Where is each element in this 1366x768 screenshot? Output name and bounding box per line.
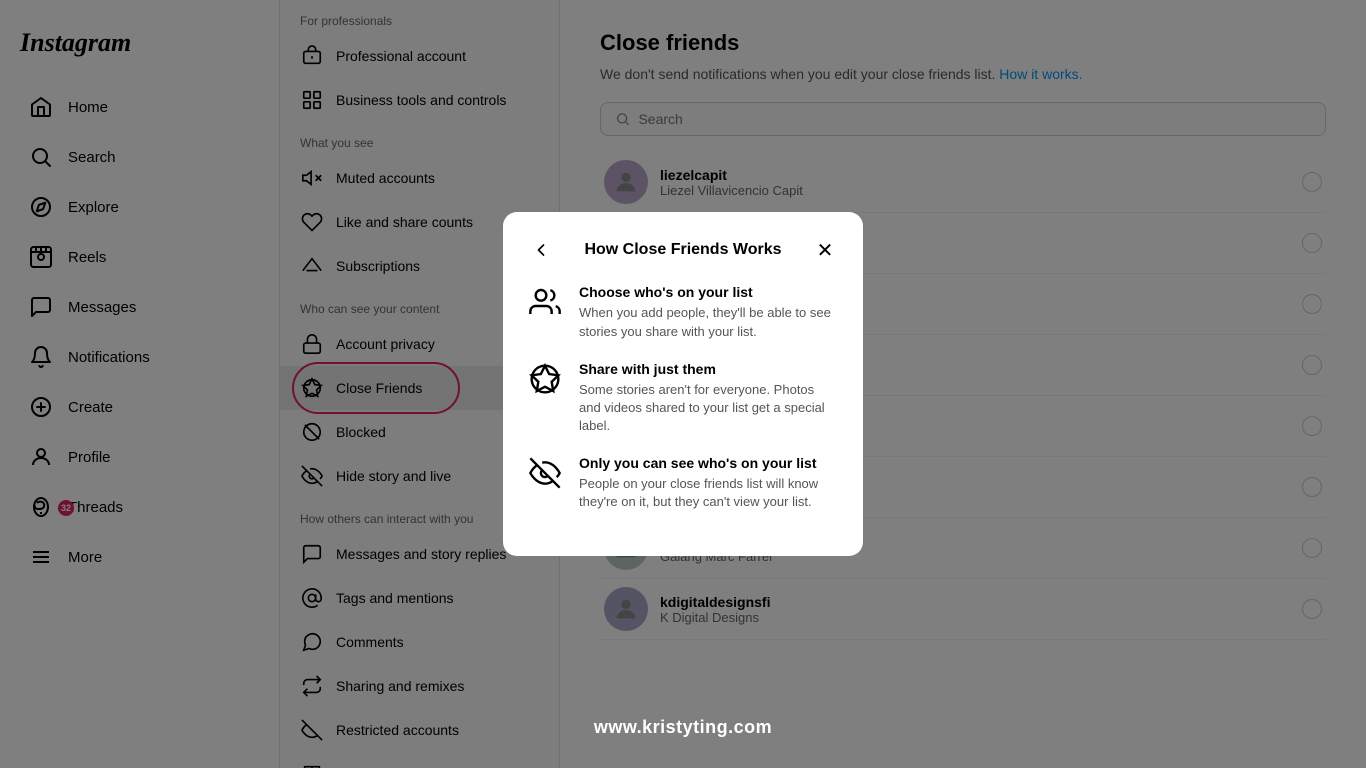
modal-item-choose-desc: When you add people, they'll be able to … <box>579 304 839 340</box>
how-close-friends-modal: How Close Friends Works ✕ Choose who's o… <box>503 212 863 555</box>
modal-item-choose: Choose who's on your list When you add p… <box>527 284 839 340</box>
eye-off-icon <box>527 455 563 491</box>
modal-item-choose-text: Choose who's on your list When you add p… <box>579 284 839 340</box>
people-icon <box>527 284 563 320</box>
modal-item-share-heading: Share with just them <box>579 361 839 377</box>
modal-header: How Close Friends Works ✕ <box>527 236 839 264</box>
modal-item-choose-heading: Choose who's on your list <box>579 284 839 300</box>
modal-item-share-text: Share with just them Some stories aren't… <box>579 361 839 436</box>
modal-title: How Close Friends Works <box>555 241 811 259</box>
modal-item-private-text: Only you can see who's on your list Peop… <box>579 455 839 511</box>
modal-item-private-desc: People on your close friends list will k… <box>579 475 839 511</box>
modal-item-share-desc: Some stories aren't for everyone. Photos… <box>579 381 839 436</box>
modal-item-share: Share with just them Some stories aren't… <box>527 361 839 436</box>
modal-overlay: How Close Friends Works ✕ Choose who's o… <box>0 0 1366 768</box>
modal-back-button[interactable] <box>527 236 555 264</box>
star-icon <box>527 361 563 397</box>
modal-close-button[interactable]: ✕ <box>811 236 839 264</box>
modal-item-private: Only you can see who's on your list Peop… <box>527 455 839 511</box>
modal-item-private-heading: Only you can see who's on your list <box>579 455 839 471</box>
